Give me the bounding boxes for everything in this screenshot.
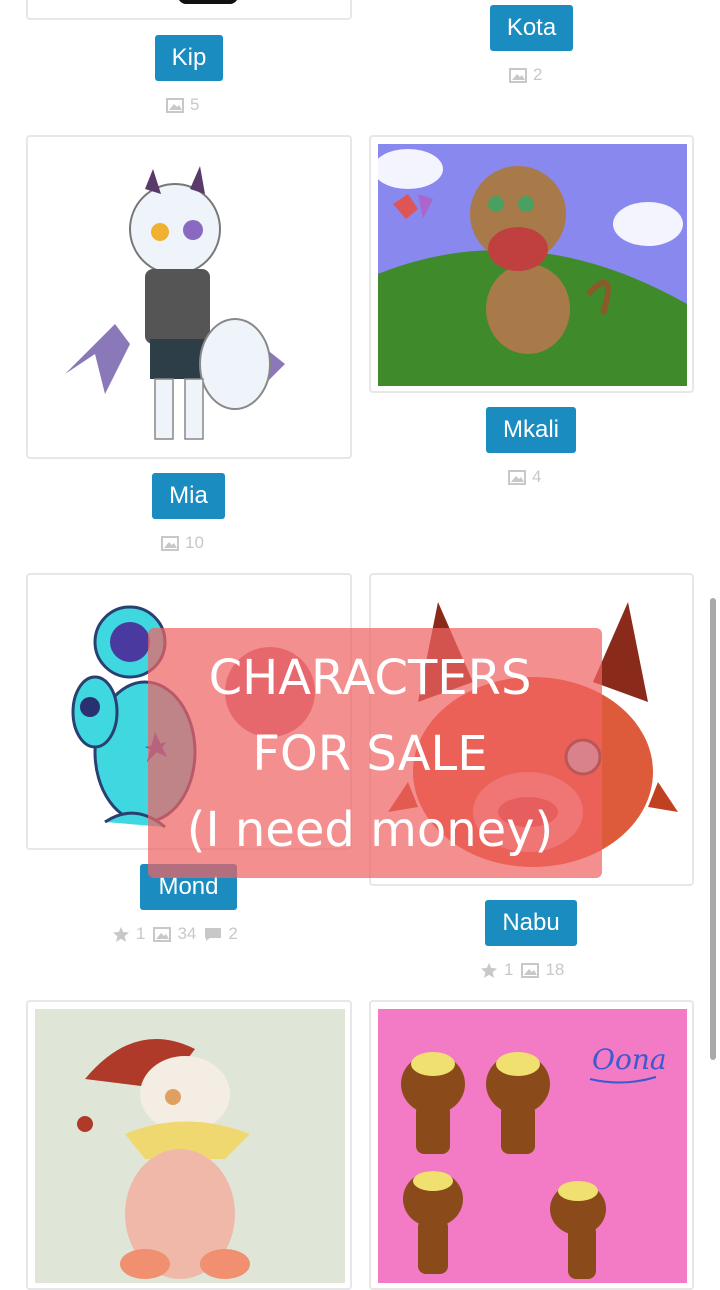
comment-icon xyxy=(205,927,222,941)
character-card-bottom-right[interactable]: Oona xyxy=(369,1000,694,1290)
image-icon xyxy=(153,926,172,942)
favorites-count: 1 xyxy=(504,960,514,979)
character-stats-mond: 1 34 2 xyxy=(112,923,238,945)
character-image-bottom-right[interactable]: Oona xyxy=(378,1009,687,1283)
character-image-mkali[interactable] xyxy=(378,144,687,386)
character-stats-mia: 10 xyxy=(161,532,204,554)
oona-signature: Oona xyxy=(592,1043,667,1076)
image-icon xyxy=(508,469,526,485)
character-name-button-kip[interactable]: Kip xyxy=(155,35,223,81)
image-count: 34 xyxy=(177,924,197,943)
image-count: 18 xyxy=(545,960,565,979)
character-name-button-nabu[interactable]: Nabu xyxy=(485,900,577,946)
character-stats-mkali: 4 xyxy=(508,466,541,488)
character-card-kip[interactable] xyxy=(26,0,352,20)
character-stats-kota: 2 xyxy=(509,64,542,86)
image-count: 5 xyxy=(190,95,200,114)
character-card-mia[interactable] xyxy=(26,135,352,459)
comments-count: 2 xyxy=(228,924,238,943)
image-icon xyxy=(166,97,184,113)
character-image-kip[interactable] xyxy=(178,0,238,4)
character-card-mkali[interactable] xyxy=(369,135,694,393)
favorites-count: 1 xyxy=(136,924,146,943)
image-count: 10 xyxy=(185,533,204,552)
character-stats-kip: 5 xyxy=(166,94,199,116)
scrollbar[interactable] xyxy=(710,598,716,1060)
character-image-bottom-left[interactable] xyxy=(35,1009,345,1283)
image-icon xyxy=(509,67,527,83)
character-name-button-kota[interactable]: Kota xyxy=(490,5,573,51)
character-name-button-mkali[interactable]: Mkali xyxy=(486,407,576,453)
character-image-mia[interactable] xyxy=(35,144,345,452)
banner-line-3: (I need money) xyxy=(186,802,554,858)
sale-banner-text: CHARACTERS FOR SALE (I need money) xyxy=(110,640,630,868)
character-name-button-mia[interactable]: Mia xyxy=(152,473,225,519)
character-card-bottom-left[interactable] xyxy=(26,1000,352,1290)
image-count: 2 xyxy=(533,65,543,84)
image-count: 4 xyxy=(532,467,542,486)
star-icon xyxy=(113,926,129,942)
star-icon xyxy=(481,962,497,978)
image-icon xyxy=(161,535,179,551)
image-icon xyxy=(521,962,540,978)
banner-line-1: CHARACTERS xyxy=(208,650,532,706)
banner-line-2: FOR SALE xyxy=(252,726,488,782)
character-stats-nabu: 1 18 xyxy=(480,959,564,981)
